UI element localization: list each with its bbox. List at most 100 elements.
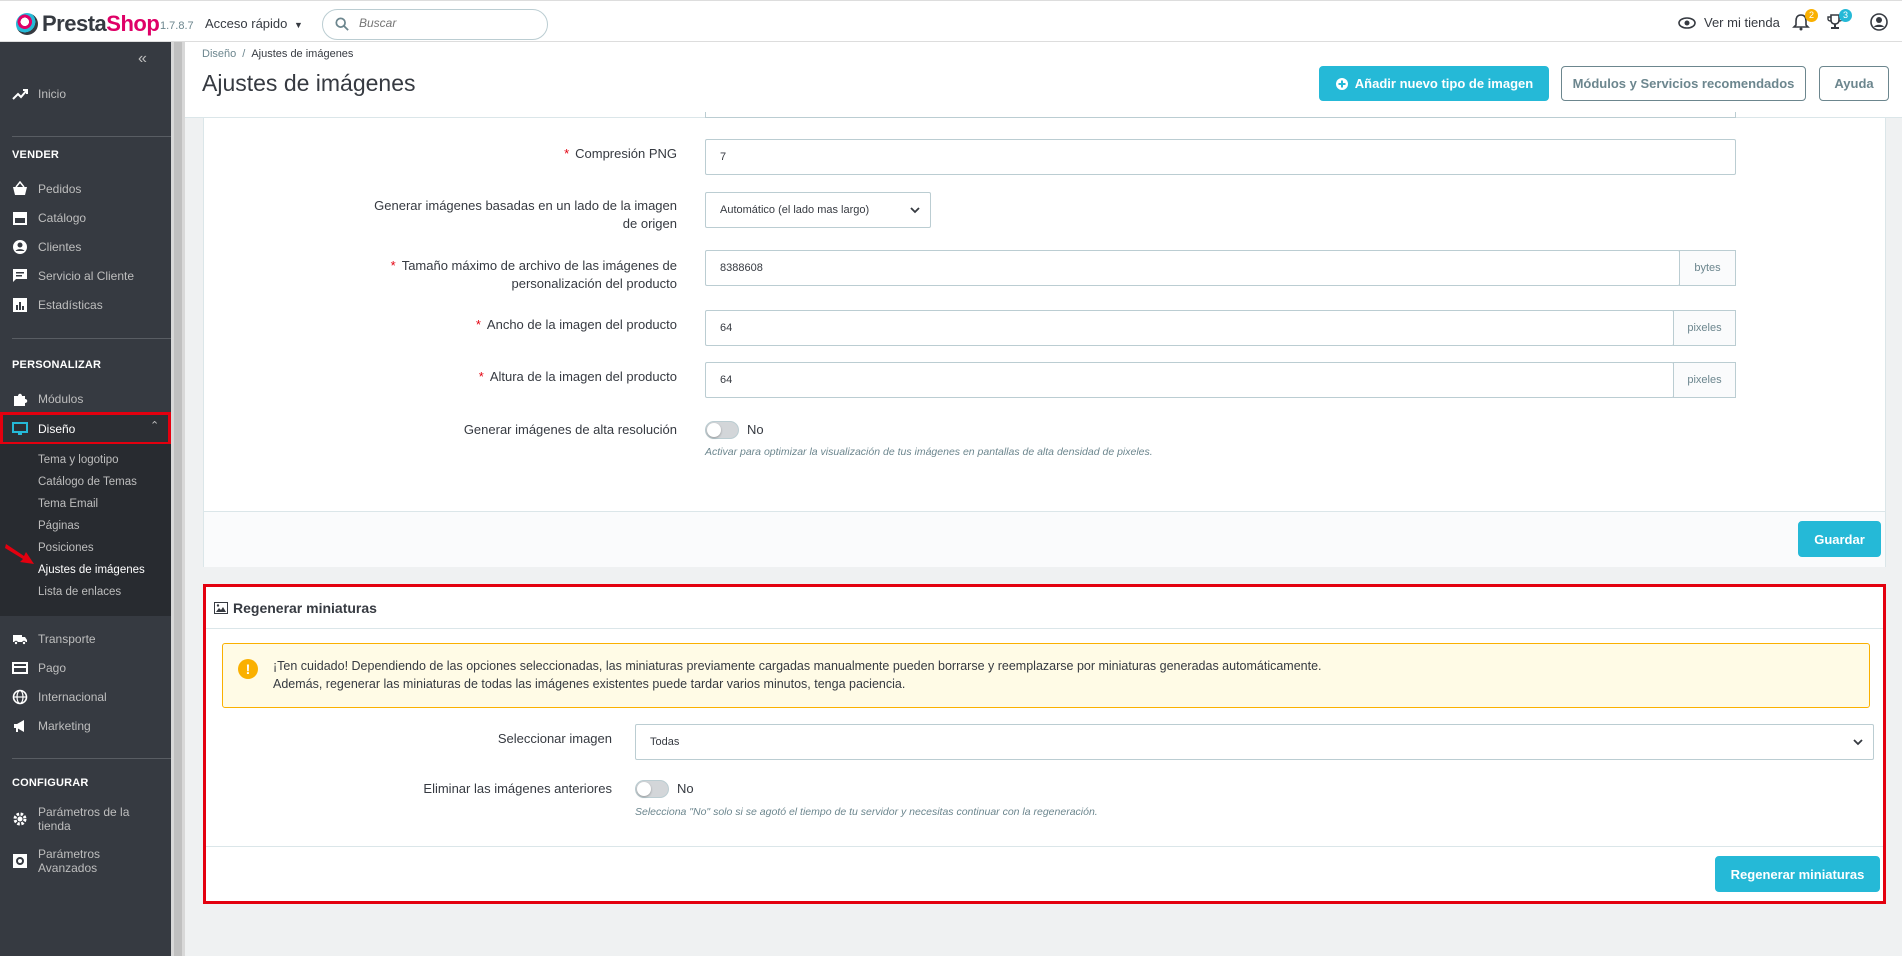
sidebar-item-marketing[interactable]: Marketing [0,714,171,738]
sidebar-item-label: Transporte [38,632,96,646]
bar-chart-icon [13,298,27,312]
breadcrumb-separator: / [242,48,246,60]
sidebar-item-label: Diseño [38,421,76,436]
sidebar-item-label: Servicio al Cliente [38,269,135,283]
submenu-posiciones[interactable]: Posiciones [38,542,94,554]
logo-text: PrestaShop [42,11,160,36]
warning-icon: ! [238,659,258,679]
sidebar-item-diseno[interactable]: Diseño ⌃ [0,412,171,445]
sidebar-item-label: Internacional [38,690,107,704]
delete-previous-toggle[interactable] [635,780,669,798]
png-compression-input[interactable]: 7 [705,139,1736,175]
high-resolution-value: No [747,422,764,437]
submenu-lista-enlaces[interactable]: Lista de enlaces [38,586,121,598]
required-mark: * [564,146,570,161]
sidebar-item-label: Estadísticas [38,298,103,312]
product-height-input[interactable]: 64 [705,362,1674,398]
notifications-badge: 2 [1805,9,1818,22]
sidebar-item-label: Clientes [38,240,82,254]
high-resolution-toggle[interactable] [705,421,739,439]
required-mark: * [478,369,484,384]
label-line-2: tienda [38,819,71,833]
desktop-icon [12,421,28,435]
trending-up-icon [12,89,28,100]
alert-line-2: Además, regenerar las miniaturas de toda… [273,677,906,691]
sidebar-item-transporte[interactable]: Transporte [0,627,171,651]
notifications-button[interactable]: 2 [1792,9,1818,33]
red-arrow-annotation-icon [5,544,34,564]
product-width-label: * Ancho de la imagen del producto [334,317,677,332]
add-circle-icon [1335,77,1348,90]
sidebar-item-label: Inicio [38,87,67,101]
image-settings-card: * Compresión PNG 7 Generar imágenes basad… [203,112,1886,567]
search-box[interactable] [322,9,548,40]
sidebar-item-parametros-avanzados[interactable]: Parámetros Avanzados [0,844,171,878]
max-file-size-label: * Tamaño máximo de archivo de las imágene… [334,257,677,293]
sidebar-item-estadisticas[interactable]: Estadísticas [0,293,171,317]
image-icon [214,602,228,614]
quick-access-label: Acceso rápido [205,16,288,31]
sidebar-item-label: Catálogo [38,211,87,225]
sidebar-item-inicio[interactable]: Inicio [0,82,171,106]
regenerate-thumbnails-button[interactable]: Regenerar miniaturas [1715,856,1880,892]
delete-previous-value: No [677,781,694,796]
recommended-modules-button[interactable]: Módulos y Servicios recomendados [1561,66,1806,101]
prestashop-logo[interactable]: PrestaShop [16,11,160,37]
generate-by-side-select[interactable]: Automático (el lado mas largo) [705,192,931,228]
account-button[interactable] [1870,13,1890,33]
title-text: Regenerar miniaturas [233,600,377,616]
sidebar-item-servicio[interactable]: Servicio al Cliente [0,264,171,288]
submenu-ajustes-imagenes[interactable]: Ajustes de imágenes [38,564,145,576]
submenu-catalogo-temas[interactable]: Catálogo de Temas [38,476,137,488]
chevron-down-icon [910,207,920,214]
search-input[interactable] [359,16,539,30]
puzzle-icon [14,393,28,406]
bytes-addon: bytes [1679,250,1736,286]
sidebar-divider [12,338,171,339]
select-image-label: Seleccionar imagen [497,731,612,746]
sidebar-item-parametros-tienda[interactable]: Parámetros de la tienda [0,802,171,836]
settings-box-icon [13,854,27,868]
user-circle-icon [1870,13,1888,31]
sidebar-item-clientes[interactable]: Clientes [0,235,171,259]
sidebar-item-internacional[interactable]: Internacional [0,685,171,709]
sidebar-item-pago[interactable]: Pago [0,656,171,680]
submenu-tema-email[interactable]: Tema Email [38,498,98,510]
select-image-dropdown[interactable]: Todas [635,724,1874,760]
max-file-size-input[interactable]: 8388608 [705,250,1680,286]
submenu-tema-logotipo[interactable]: Tema y logotipo [38,454,119,466]
chevron-up-icon: ⌃ [150,420,160,432]
warning-alert: ! ¡Ten cuidado! Dependiendo de las opcio… [222,643,1870,708]
credit-card-icon [12,662,28,674]
truck-icon [13,635,27,646]
sidebar-item-catalogo[interactable]: Catálogo [0,206,171,230]
view-shop-link[interactable]: Ver mi tienda [1678,15,1780,30]
trophy-button[interactable]: 3 [1826,9,1852,33]
sidebar-item-modulos[interactable]: Módulos [0,387,171,411]
delete-previous-label: Eliminar las imágenes anteriores [423,781,612,796]
sidebar-item-pedidos[interactable]: Pedidos [0,177,171,201]
globe-icon [12,689,28,705]
chevron-down-icon [1853,739,1863,746]
save-button[interactable]: Guardar [1798,521,1881,557]
quick-access-dropdown[interactable]: Acceso rápido ▼ [205,16,303,31]
required-mark: * [390,258,396,273]
product-width-input[interactable]: 64 [705,310,1674,346]
submenu-paginas[interactable]: Páginas [38,520,80,532]
breadcrumb-parent[interactable]: Diseño [202,48,236,60]
scrollbar-thumb[interactable] [174,42,182,956]
gear-icon [13,812,27,826]
label-line-1: Parámetros de la [38,805,130,819]
trophy-badge: 3 [1839,9,1852,22]
add-image-type-button[interactable]: Añadir nuevo tipo de imagen [1319,66,1549,101]
sidebar-scrollbar[interactable] [171,42,185,956]
page-title: Ajustes de imágenes [202,70,416,96]
section-configurar: CONFIGURAR [12,777,89,789]
product-height-label: * Altura de la imagen del producto [334,369,677,384]
page-header: Diseño / Ajustes de imágenes Ajustes de im… [185,42,1902,118]
megaphone-icon [14,720,24,732]
collapse-sidebar-icon[interactable]: « [138,50,147,68]
sidebar-item-label: Parámetros de la tienda [38,805,129,833]
label-line-1: Tamaño máximo de archivo de las imágenes… [401,258,677,273]
help-button[interactable]: Ayuda [1819,66,1889,101]
